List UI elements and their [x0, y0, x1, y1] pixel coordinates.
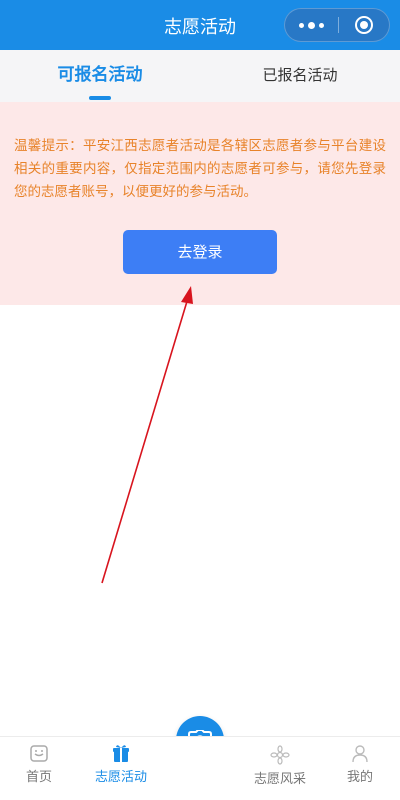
login-notice-panel: 温馨提示：平安江西志愿者活动是各辖区志愿者参与平台建设相关的重要内容，仅指定范围… [0, 102, 400, 305]
notice-text: 温馨提示：平安江西志愿者活动是各辖区志愿者参与平台建设相关的重要内容，仅指定范围… [14, 138, 386, 200]
nav-label: 志愿活动 [94, 770, 147, 785]
active-tab-indicator [89, 96, 111, 100]
mini-program-capsule [284, 8, 390, 42]
more-dots-icon[interactable] [285, 9, 338, 41]
nav-item-home[interactable]: 首页 [10, 737, 68, 800]
tab-registered-activities[interactable]: 已报名活动 [200, 50, 400, 102]
tab-available-activities[interactable]: 可报名活动 [0, 50, 200, 102]
tab-bar: 可报名活动 已报名活动 [0, 50, 400, 102]
bottom-navigation: 首页 志愿活动 志愿风采 我的 [0, 736, 400, 800]
nav-label: 志愿风采 [253, 772, 306, 787]
nav-item-volunteer-activities[interactable]: 志愿活动 [86, 737, 156, 800]
tab-label: 已报名活动 [262, 66, 338, 84]
target-icon[interactable] [355, 16, 373, 34]
nav-item-mine[interactable]: 我的 [330, 737, 390, 800]
user-icon [352, 745, 368, 763]
title-bar: 志愿活动 [0, 0, 400, 50]
home-icon [30, 745, 48, 762]
nav-label: 我的 [346, 770, 373, 785]
page: 志愿活动 可报名活动 已报名活动 温馨提示：平安江西志愿者活动是各辖区志愿者参与… [0, 0, 400, 800]
tab-label: 可报名活动 [57, 65, 143, 85]
capsule-divider [338, 17, 339, 33]
nav-item-volunteer-style[interactable]: 志愿风采 [245, 737, 315, 800]
gift-icon [113, 745, 129, 762]
nav-label: 首页 [25, 770, 52, 785]
login-button[interactable]: 去登录 [123, 230, 277, 274]
flower-icon [270, 745, 290, 765]
